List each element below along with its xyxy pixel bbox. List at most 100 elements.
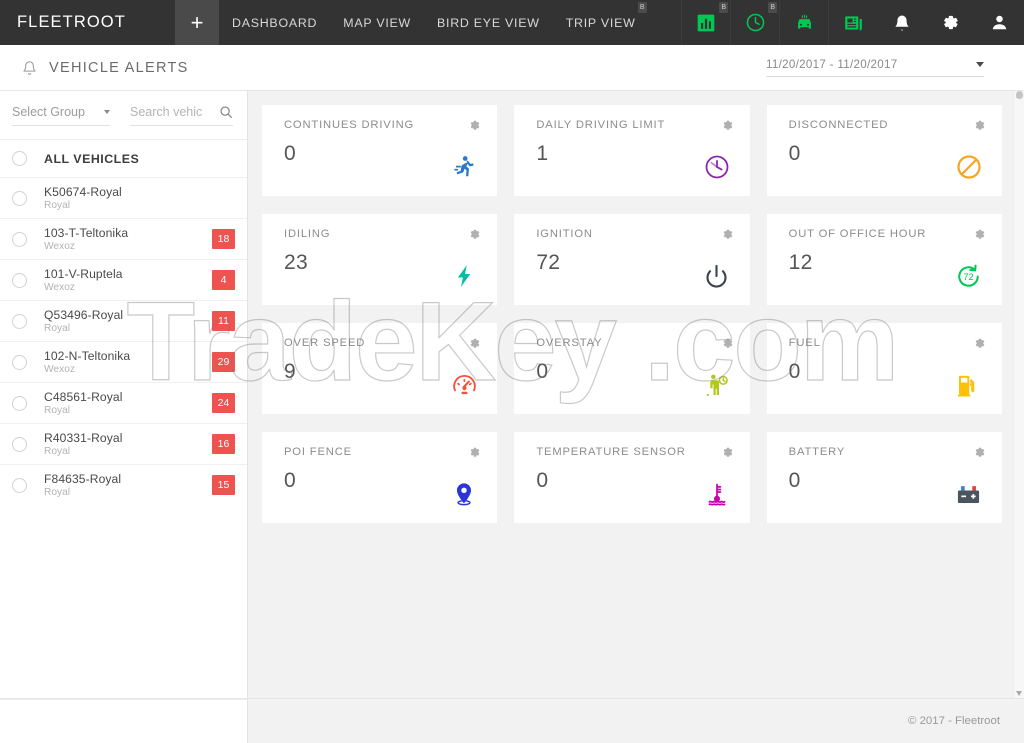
alert-card[interactable]: POI FENCE 0 bbox=[262, 432, 498, 523]
gear-icon[interactable] bbox=[721, 228, 734, 241]
vehicle-icon-button[interactable] bbox=[779, 0, 828, 45]
copyright-text: © 2017 - Fleetroot bbox=[908, 715, 1000, 727]
vehicle-radio[interactable] bbox=[12, 231, 27, 247]
gear-icon[interactable] bbox=[721, 337, 734, 350]
alert-card[interactable]: OUT OF OFFICE HOUR 12 72 bbox=[766, 214, 1002, 305]
vehicle-list-item[interactable]: F84635-Royal Royal 15 bbox=[0, 464, 247, 505]
vehicle-name: Q53496-Royal bbox=[44, 307, 124, 322]
vehicle-radio[interactable] bbox=[12, 313, 27, 329]
alert-card[interactable]: OVERSTAY 0 bbox=[514, 323, 750, 414]
alert-card-title: OVER SPEED bbox=[284, 337, 366, 349]
nav-link-trip-view[interactable]: TRIP VIEW B bbox=[553, 0, 649, 45]
alert-card[interactable]: FUEL 0 bbox=[766, 323, 1002, 414]
alert-card-grid: CONTINUES DRIVING 0 DAILY DRIVING LIMIT 1 DI… bbox=[248, 91, 1024, 545]
gear-icon[interactable] bbox=[973, 228, 986, 241]
alert-card[interactable]: IDILING 23 bbox=[262, 214, 498, 305]
page-title: VEHICLE ALERTS bbox=[49, 59, 189, 76]
alert-card[interactable]: TEMPERATURE SENSOR 0 bbox=[514, 432, 750, 523]
nav-icon-group: BB bbox=[681, 0, 1024, 45]
gear-icon[interactable] bbox=[973, 119, 986, 132]
settings-gear-icon bbox=[941, 13, 960, 32]
page-header: VEHICLE ALERTS 11/20/2017 - 11/20/2017 bbox=[0, 45, 1024, 91]
vehicle-radio[interactable] bbox=[12, 477, 27, 493]
beta-badge: B bbox=[719, 2, 728, 13]
gear-icon[interactable] bbox=[973, 446, 986, 459]
notifications-bell-icon-button[interactable] bbox=[877, 0, 926, 45]
alert-card-title: DISCONNECTED bbox=[788, 119, 889, 131]
reports-icon-button[interactable]: B bbox=[681, 0, 730, 45]
main-content: CONTINUES DRIVING 0 DAILY DRIVING LIMIT 1 DI… bbox=[248, 91, 1024, 743]
alert-card[interactable]: BATTERY 0 bbox=[766, 432, 1002, 523]
vehicle-name: C48561-Royal bbox=[44, 389, 123, 404]
history-clock-icon-button[interactable]: B bbox=[730, 0, 779, 45]
vehicle-radio[interactable] bbox=[12, 272, 27, 288]
power-icon bbox=[702, 261, 732, 291]
top-navbar: FLEETROOT + DASHBOARD MAP VIEW BIRD EYE VI… bbox=[0, 0, 1024, 45]
scroll-down-icon[interactable] bbox=[1016, 691, 1022, 696]
vehicle-list-item[interactable]: ALL VEHICLES bbox=[0, 139, 247, 177]
nav-link-bird-eye-view[interactable]: BIRD EYE VIEW bbox=[424, 0, 553, 45]
vehicle-list-item[interactable]: K50674-Royal Royal bbox=[0, 177, 247, 218]
gear-icon[interactable] bbox=[721, 446, 734, 459]
gear-icon[interactable] bbox=[468, 446, 481, 459]
nav-link-label: MAP VIEW bbox=[343, 15, 411, 30]
running-person-icon bbox=[449, 152, 479, 182]
vehicle-list-item[interactable]: 103-T-Teltonika Wexoz 18 bbox=[0, 218, 247, 259]
content-shell: Select Group ALL VEHICLESK50674-RoyalRoy… bbox=[0, 91, 1024, 743]
alert-card-title: CONTINUES DRIVING bbox=[284, 119, 415, 131]
vehicle-info: F84635-Royal Royal bbox=[44, 472, 212, 499]
alert-card-title: POI FENCE bbox=[284, 446, 352, 458]
vehicle-list-item[interactable]: 102-N-Teltonika Wexoz 29 bbox=[0, 341, 247, 382]
gear-icon[interactable] bbox=[468, 337, 481, 350]
brand-logo[interactable]: FLEETROOT bbox=[0, 0, 175, 45]
scrollbar-thumb[interactable] bbox=[1016, 91, 1023, 99]
news-icon-button[interactable] bbox=[828, 0, 877, 45]
vehicle-list-item[interactable]: C48561-Royal Royal 24 bbox=[0, 382, 247, 423]
gear-icon[interactable] bbox=[721, 119, 734, 132]
alert-card-header: CONTINUES DRIVING bbox=[284, 119, 481, 132]
vehicle-list-item[interactable]: R40331-Royal Royal 16 bbox=[0, 423, 247, 464]
vehicle-list-item[interactable]: Q53496-Royal Royal 11 bbox=[0, 300, 247, 341]
vehicle-radio[interactable] bbox=[12, 151, 27, 166]
reports-icon bbox=[696, 13, 716, 33]
vehicle-alert-count-badge: 29 bbox=[212, 352, 235, 372]
nav-link-label: TRIP VIEW bbox=[565, 15, 636, 30]
add-tab-button[interactable]: + bbox=[175, 0, 219, 45]
gear-icon[interactable] bbox=[468, 119, 481, 132]
alert-card[interactable]: DAILY DRIVING LIMIT 1 bbox=[514, 105, 750, 196]
vehicle-list-item[interactable]: 101-V-Ruptela Wexoz 4 bbox=[0, 259, 247, 300]
settings-gear-icon-button[interactable] bbox=[926, 0, 975, 45]
vehicle-radio[interactable] bbox=[12, 190, 27, 206]
no-entry-icon bbox=[954, 152, 984, 182]
nav-link-dashboard[interactable]: DASHBOARD bbox=[219, 0, 330, 45]
date-range-picker[interactable]: 11/20/2017 - 11/20/2017 bbox=[766, 58, 984, 77]
vehicle-info: 103-T-Teltonika Wexoz bbox=[44, 226, 212, 253]
main-scrollbar[interactable] bbox=[1013, 91, 1024, 698]
gear-icon[interactable] bbox=[468, 228, 481, 241]
vehicle-info: C48561-Royal Royal bbox=[44, 390, 212, 417]
nav-link-map-view[interactable]: MAP VIEW bbox=[330, 0, 424, 45]
lightning-bolt-icon bbox=[449, 261, 479, 291]
vehicle-info: 101-V-Ruptela Wexoz bbox=[44, 267, 212, 294]
footer-sidebar-area bbox=[0, 699, 248, 743]
vehicle-radio[interactable] bbox=[12, 395, 27, 411]
select-group-dropdown[interactable]: Select Group bbox=[12, 105, 110, 126]
alert-card-title: OVERSTAY bbox=[536, 337, 603, 349]
alert-card-title: TEMPERATURE SENSOR bbox=[536, 446, 686, 458]
search-icon[interactable] bbox=[219, 105, 233, 119]
nav-link-label: BIRD EYE VIEW bbox=[437, 15, 540, 30]
search-vehicle-field[interactable] bbox=[130, 104, 233, 126]
alert-card[interactable]: IGNITION 72 bbox=[514, 214, 750, 305]
alert-card-header: BATTERY bbox=[789, 446, 986, 459]
alert-card-header: DAILY DRIVING LIMIT bbox=[536, 119, 733, 132]
alert-card[interactable]: OVER SPEED 9 bbox=[262, 323, 498, 414]
vehicle-radio[interactable] bbox=[12, 354, 27, 370]
gear-icon[interactable] bbox=[973, 337, 986, 350]
alert-card-header: POI FENCE bbox=[284, 446, 481, 459]
search-input[interactable] bbox=[130, 104, 210, 119]
alert-card[interactable]: CONTINUES DRIVING 0 bbox=[262, 105, 498, 196]
user-account-icon-button[interactable] bbox=[975, 0, 1024, 45]
vehicle-radio[interactable] bbox=[12, 436, 27, 452]
alert-card[interactable]: DISCONNECTED 0 bbox=[766, 105, 1002, 196]
news-icon bbox=[843, 12, 864, 33]
